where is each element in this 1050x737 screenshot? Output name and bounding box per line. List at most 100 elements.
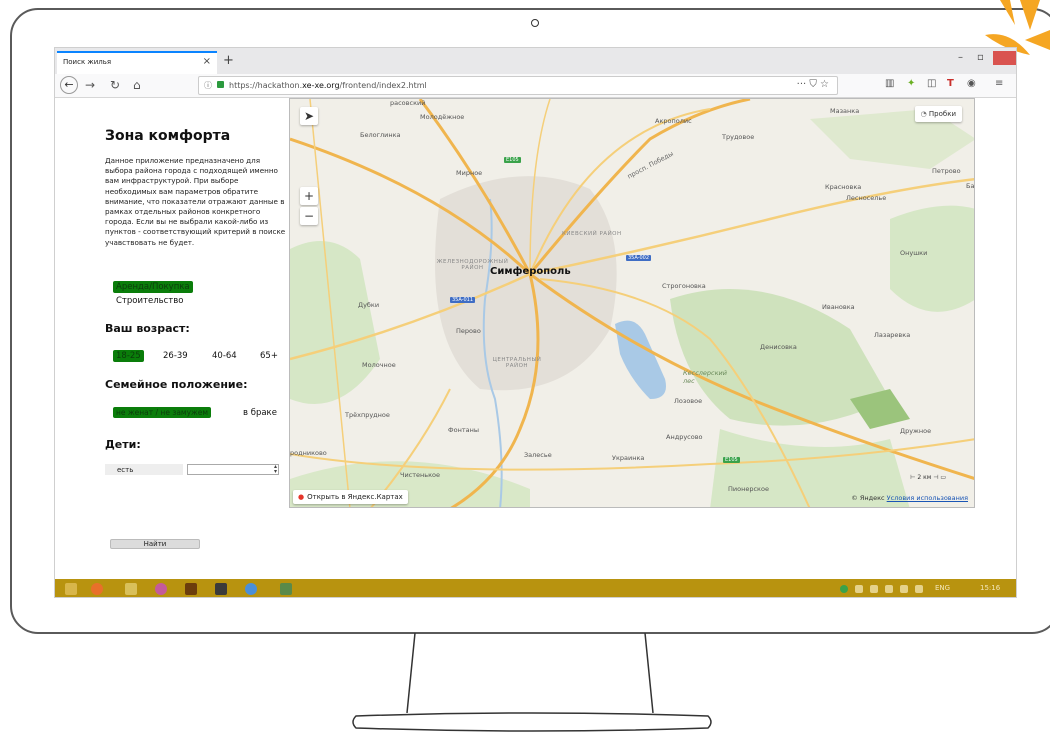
- browser-tab[interactable]: Поиск жилья ×: [57, 51, 217, 74]
- map-label-fontany: Фонтаны: [448, 426, 479, 434]
- extension-icon[interactable]: ✦: [907, 78, 915, 89]
- map-canvas[interactable]: [290, 99, 975, 508]
- zoom-out-button[interactable]: −: [300, 207, 318, 225]
- map-label-city: Симферополь: [490, 266, 571, 277]
- map-label-krasnovka: Красновка: [825, 183, 862, 191]
- option-construction[interactable]: Строительство: [116, 296, 183, 306]
- traffic-button[interactable]: ◔ Пробки: [914, 106, 962, 122]
- family-option-married[interactable]: в браке: [243, 408, 277, 418]
- age-option-26-39[interactable]: 26-39: [163, 351, 188, 361]
- minimize-button[interactable]: –: [958, 52, 963, 63]
- tab-close-icon[interactable]: ×: [203, 56, 211, 67]
- map-label-perovo: Перово: [456, 327, 481, 335]
- map-label-belogliinka: Белоглинка: [360, 131, 401, 139]
- map-label-molodezhnoe: Молодёжное: [420, 113, 465, 121]
- locate-icon[interactable]: ➤: [300, 107, 318, 125]
- page-actions-icon[interactable]: ··· ⛉ ☆: [797, 79, 829, 90]
- monitor-stand-base: [352, 712, 712, 732]
- app-icon-3[interactable]: [215, 583, 227, 595]
- map-label-dubki: Дубки: [358, 301, 380, 309]
- battery-icon[interactable]: [915, 585, 923, 593]
- lock-icon: [217, 81, 224, 88]
- explorer-icon[interactable]: [125, 583, 137, 595]
- terms-link[interactable]: Условия использования: [887, 494, 968, 502]
- stepper-arrows-icon[interactable]: ▴ ▾: [274, 464, 280, 475]
- start-icon[interactable]: [65, 583, 77, 595]
- open-in-yandex-button[interactable]: ● Открыть в Яндекс.Картах: [293, 490, 408, 504]
- app-icon-5[interactable]: [280, 583, 292, 595]
- tray-icon-2[interactable]: [855, 585, 863, 593]
- close-window-button[interactable]: [993, 51, 1016, 65]
- new-tab-button[interactable]: +: [223, 53, 234, 68]
- tray-icon-1[interactable]: [840, 585, 848, 593]
- zoom-in-button[interactable]: +: [300, 187, 318, 205]
- forward-arrow-icon[interactable]: →: [85, 78, 95, 92]
- children-heading: Дети:: [105, 438, 141, 451]
- volume-icon[interactable]: [900, 585, 908, 593]
- url-text: https://hackathon.xe-xe.org/frontend/ind…: [229, 81, 427, 90]
- address-bar[interactable]: ⓘ https://hackathon.xe-xe.org/frontend/i…: [198, 76, 838, 95]
- age-option-65plus[interactable]: 65+: [260, 351, 278, 361]
- network-icon[interactable]: [885, 585, 893, 593]
- find-button[interactable]: Найти: [110, 539, 200, 549]
- home-icon[interactable]: ⌂: [133, 78, 141, 92]
- open-in-yandex-label: Открыть в Яндекс.Картах: [307, 493, 403, 501]
- children-count-input[interactable]: [187, 464, 279, 475]
- app-description: Данное приложение предназначено для выбо…: [105, 156, 286, 247]
- app-icon-4[interactable]: [245, 583, 257, 595]
- map-label-chistenkoe: Чистенькое: [400, 471, 441, 479]
- map-label-lazarevka: Лазаревка: [874, 331, 911, 339]
- restore-button[interactable]: ▫: [977, 52, 984, 63]
- extension2-icon[interactable]: ◉: [967, 78, 976, 89]
- reload-icon[interactable]: ↻: [110, 78, 120, 92]
- clock[interactable]: 15:16: [980, 584, 1000, 592]
- map-copyright: © Яндекс Условия использования: [851, 494, 968, 502]
- info-icon[interactable]: ⓘ: [204, 80, 212, 91]
- map-label-lozovoe: Лозовое: [674, 397, 703, 405]
- age-option-18-25[interactable]: 18-25: [113, 350, 144, 362]
- webcam: [531, 19, 539, 27]
- age-option-40-64[interactable]: 40-64: [212, 351, 237, 361]
- map-label-kievsky: КИЕВСКИЙ РАЙОН: [562, 231, 622, 237]
- map-label-ukrainka: Украинка: [612, 454, 645, 462]
- road-badge-35a002: 35A-002: [626, 255, 652, 261]
- road-badge-e105-south: E105: [723, 457, 740, 463]
- scale-label: 2 км: [917, 474, 932, 481]
- page-title: Зона комфорта: [105, 128, 231, 144]
- map-label-lesnoselye: Лесноселье: [846, 194, 887, 202]
- map-label-tsentralny: ЦЕНТРАЛЬНЫЙ РАЙОН: [492, 357, 542, 369]
- library-icon[interactable]: ▥: [885, 78, 894, 89]
- map-label-stroganovka: Строгоновка: [662, 282, 706, 290]
- traffic-light-icon: ◔: [920, 110, 929, 118]
- filter-panel: Зона комфорта Данное приложение предназн…: [55, 98, 289, 579]
- screen: Поиск жилья × + – ▫ ← → ↻ ⌂ ⓘ https://ha…: [54, 47, 1017, 598]
- map-scale: ⊢ 2 км ⊣ ▭: [910, 474, 946, 481]
- monitor-stand-neck: [406, 633, 654, 713]
- back-arrow-icon[interactable]: ←: [60, 76, 78, 94]
- map-label-kessler: Кесслерский лес: [683, 369, 727, 385]
- menu-icon[interactable]: ≡: [995, 78, 1003, 89]
- map-label-trudovoe: Трудовое: [722, 133, 755, 141]
- map-label-pionerskoe: Пионерское: [728, 485, 769, 493]
- tab-bar: Поиск жилья × + – ▫: [55, 48, 1016, 74]
- traffic-label: Пробки: [928, 110, 956, 118]
- map-label-mirnoe: Мирное: [456, 169, 483, 177]
- language-indicator[interactable]: ENG: [935, 584, 950, 592]
- app-icon-2[interactable]: [185, 583, 197, 595]
- sidebar-icon[interactable]: ◫: [927, 78, 936, 89]
- translate-icon[interactable]: T: [947, 78, 954, 89]
- map-view[interactable]: расовский Молодёжное Белоглинка Акрополи…: [289, 98, 975, 508]
- family-option-single[interactable]: не женат / не замужем: [113, 407, 212, 418]
- option-rent-buy[interactable]: Аренда/Покупка: [113, 281, 193, 293]
- road-badge-e105: E105: [504, 157, 521, 163]
- ruler-icon[interactable]: ▭: [940, 474, 946, 481]
- map-label-druzhnoe: Дружное: [900, 427, 932, 435]
- map-label-onushki: Онушки: [900, 249, 928, 257]
- map-label-akropolis: Акрополис: [655, 117, 692, 125]
- app-icon-1[interactable]: [155, 583, 167, 595]
- map-label-molochnoe: Молочное: [362, 361, 396, 369]
- tray-icon-3[interactable]: [870, 585, 878, 593]
- map-pin-icon: ●: [298, 493, 305, 501]
- children-select[interactable]: есть: [105, 464, 183, 475]
- firefox-icon[interactable]: [91, 583, 103, 595]
